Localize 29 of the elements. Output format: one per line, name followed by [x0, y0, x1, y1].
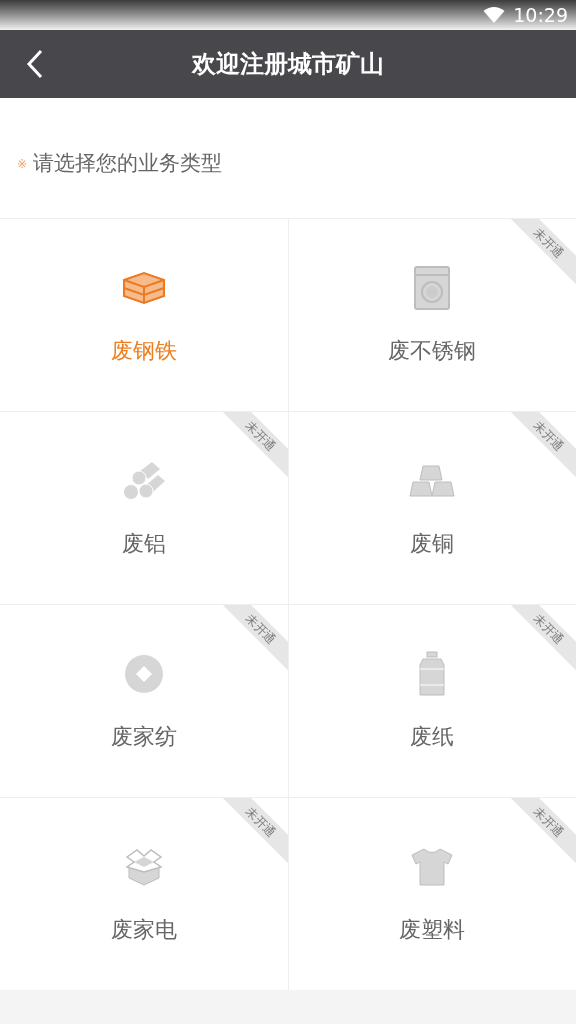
t-shirt-icon	[411, 847, 454, 886]
category-label: 废塑料	[399, 915, 466, 944]
category-label: 废铜	[410, 529, 455, 558]
prompt-text: 请选择您的业务类型	[33, 150, 223, 178]
wifi-icon	[483, 6, 506, 24]
open-box-icon	[124, 847, 163, 886]
category-tile[interactable]: 废铜 未开通	[288, 412, 576, 604]
category-label: 废铝	[121, 529, 166, 558]
category-tile[interactable]: 废不锈钢 未开通	[288, 219, 576, 411]
logs-icon	[121, 460, 166, 501]
category-tile[interactable]: 废家纺 未开通	[0, 605, 288, 797]
bottle-icon	[419, 650, 446, 697]
washing-machine-icon	[414, 265, 451, 310]
stacked-box-icon	[121, 269, 166, 306]
category-label: 废纸	[410, 722, 455, 751]
category-tile[interactable]: 废纸 未开通	[288, 605, 576, 797]
category-label: 废家纺	[110, 722, 177, 751]
category-label: 废不锈钢	[388, 336, 477, 365]
category-label: 废钢铁	[110, 336, 177, 365]
page-title: 欢迎注册城市矿山	[192, 49, 384, 80]
coin-icon	[123, 653, 164, 694]
required-mark: ※	[17, 156, 28, 173]
back-icon	[26, 49, 44, 79]
status-time: 10:29	[513, 2, 568, 28]
category-tile[interactable]: 废塑料 未开通	[288, 798, 576, 990]
ingots-icon	[409, 463, 456, 498]
category-tile[interactable]: 废铝 未开通	[0, 412, 288, 604]
category-label: 废家电	[110, 915, 177, 944]
category-tile[interactable]: 废家电 未开通	[0, 798, 288, 990]
